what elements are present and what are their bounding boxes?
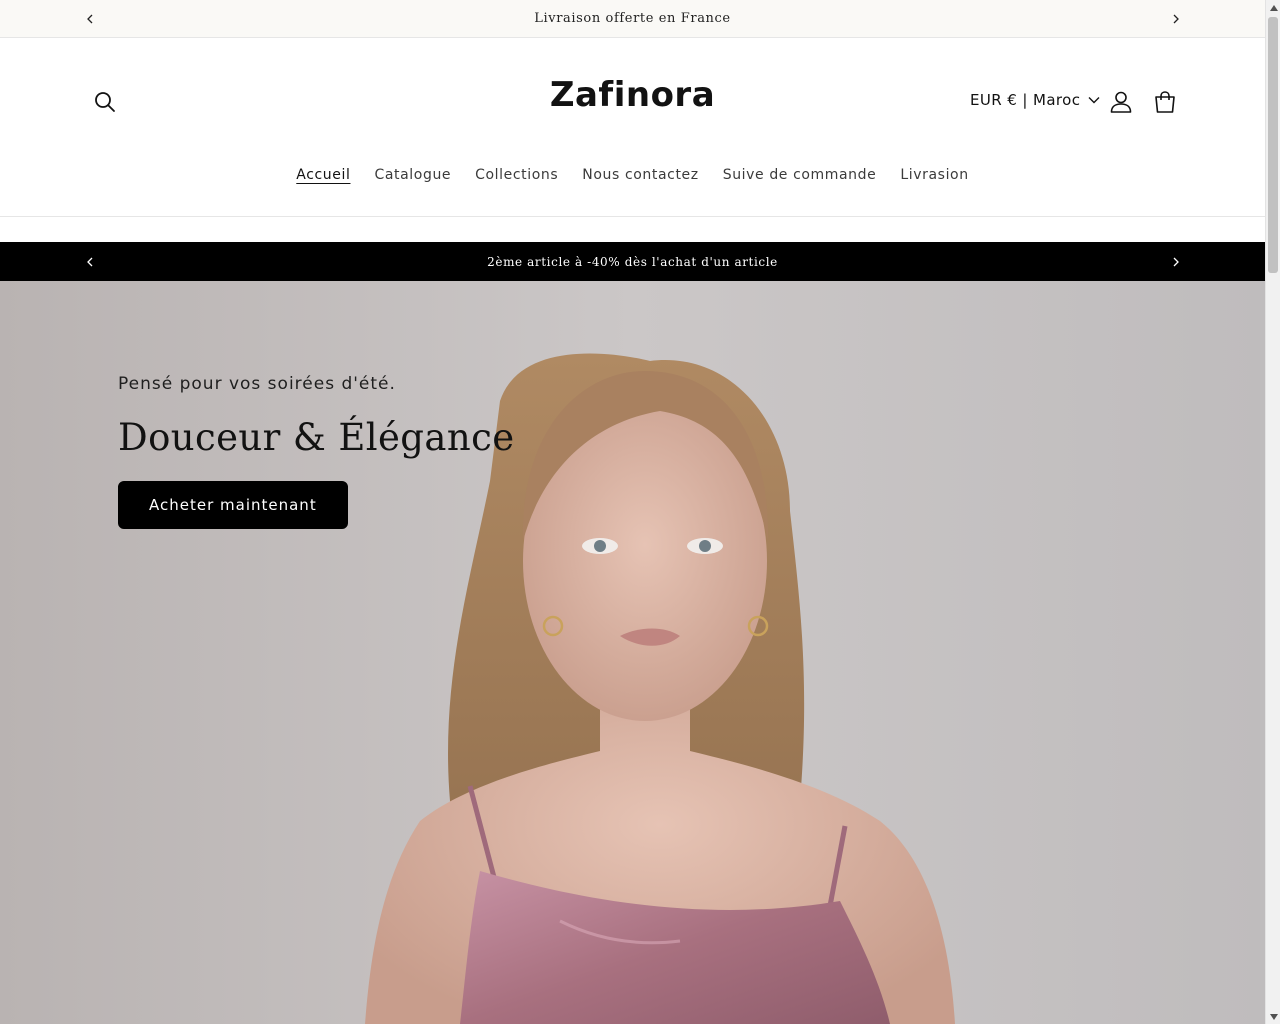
- chevron-left-icon: [87, 14, 93, 23]
- nav-item-catalogue[interactable]: Catalogue: [362, 165, 463, 185]
- announcement-promo-message: 2ème article à -40% dès l'achat d'un art…: [487, 254, 778, 269]
- site-header: Zafinora EUR € | Maroc Accueil Catalogue…: [0, 39, 1265, 217]
- announcement-bar-promo: 2ème article à -40% dès l'achat d'un art…: [0, 242, 1265, 281]
- page: Livraison offerte en France Zafinora EUR…: [0, 0, 1265, 1024]
- page-scrollbar[interactable]: [1265, 0, 1280, 1024]
- announcement-next-button[interactable]: [1166, 9, 1186, 29]
- hero-subtitle: Pensé pour vos soirées d'été.: [118, 374, 396, 394]
- hero-title: Douceur & Élégance: [118, 416, 515, 459]
- promo-prev-button[interactable]: [80, 252, 100, 272]
- nav-item-collections[interactable]: Collections: [463, 165, 570, 185]
- nav-item-suive-de-commande[interactable]: Suive de commande: [711, 165, 889, 185]
- announcement-bar-top: Livraison offerte en France: [0, 0, 1265, 38]
- currency-label: EUR € | Maroc: [970, 91, 1081, 109]
- hero-banner: Pensé pour vos soirées d'été. Douceur & …: [0, 281, 1265, 1024]
- currency-selector[interactable]: EUR € | Maroc: [970, 91, 1100, 109]
- nav-item-accueil[interactable]: Accueil: [284, 165, 362, 185]
- scrollbar-thumb[interactable]: [1268, 17, 1278, 273]
- promo-next-button[interactable]: [1166, 252, 1186, 272]
- hero-content: Pensé pour vos soirées d'été. Douceur & …: [118, 374, 515, 529]
- shop-now-button[interactable]: Acheter maintenant: [118, 481, 348, 529]
- nav-item-nous-contactez[interactable]: Nous contactez: [570, 165, 710, 185]
- scroll-up-button[interactable]: [1266, 0, 1280, 15]
- account-icon: [1110, 91, 1132, 113]
- chevron-left-icon: [87, 257, 93, 266]
- main-navigation: Accueil Catalogue Collections Nous conta…: [0, 165, 1265, 185]
- scroll-down-button[interactable]: [1266, 1009, 1280, 1024]
- triangle-down-icon: [1269, 1013, 1278, 1020]
- chevron-right-icon: [1173, 257, 1179, 266]
- chevron-right-icon: [1173, 14, 1179, 23]
- triangle-up-icon: [1269, 4, 1278, 11]
- announcement-top-message: Livraison offerte en France: [534, 11, 731, 26]
- cart-icon: [1155, 91, 1175, 113]
- nav-item-livrasion[interactable]: Livrasion: [888, 165, 980, 185]
- announcement-prev-button[interactable]: [80, 9, 100, 29]
- account-button[interactable]: [1108, 89, 1134, 115]
- chevron-down-icon: [1088, 97, 1100, 104]
- cart-button[interactable]: [1152, 89, 1178, 115]
